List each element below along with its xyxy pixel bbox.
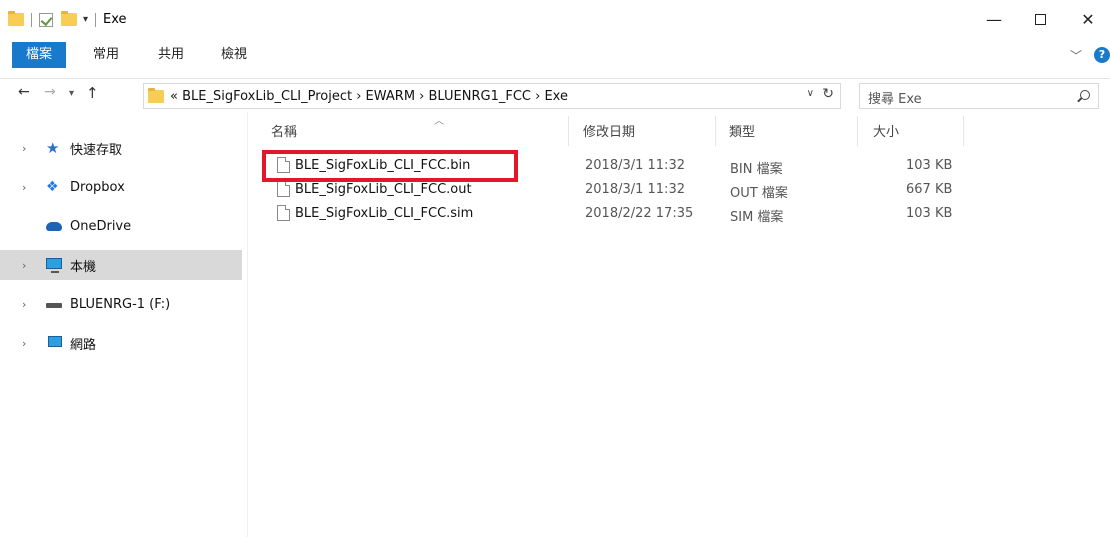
search-icon[interactable]: [1080, 90, 1090, 100]
nav-item-label: 網路: [70, 337, 97, 353]
file-type: OUT 檔案: [730, 186, 788, 201]
properties-icon[interactable]: [39, 12, 53, 27]
file-name[interactable]: BLE_SigFoxLib_CLI_FCC.out: [295, 182, 472, 197]
title-bar: ▾ Exe — ✕: [0, 0, 1110, 40]
drive-icon: [46, 297, 64, 311]
sort-ascending-icon: ︿: [434, 116, 444, 127]
file-date: 2018/2/22 17:35: [585, 206, 694, 221]
quick-access-toolbar: ▾ Exe: [8, 11, 127, 27]
search-input[interactable]: 搜尋 Exe: [868, 88, 922, 107]
onedrive-icon: [46, 219, 64, 233]
maximize-icon: [1034, 14, 1046, 25]
forward-button[interactable]: →: [44, 84, 56, 100]
expand-chevron-icon[interactable]: ›: [22, 259, 34, 272]
tab-share[interactable]: 共用: [158, 42, 184, 68]
nav-item-label: Dropbox: [70, 179, 125, 195]
table-row[interactable]: BLE_SigFoxLib_CLI_FCC.out 2018/3/1 11:32…: [263, 179, 963, 201]
breadcrumb[interactable]: « BLE_SigFoxLib_CLI_Project › EWARM › BL…: [170, 89, 568, 104]
column-header-name[interactable]: 名稱: [271, 121, 297, 140]
recent-locations-icon[interactable]: ▾: [69, 88, 74, 99]
column-divider[interactable]: [857, 116, 858, 146]
help-icon[interactable]: ?: [1094, 47, 1110, 63]
expand-chevron-icon[interactable]: ›: [22, 142, 34, 155]
column-divider[interactable]: [963, 116, 964, 146]
dropbox-icon: ❖: [46, 179, 59, 195]
expand-chevron-icon[interactable]: ›: [22, 298, 34, 311]
maximize-button[interactable]: [1030, 10, 1050, 30]
up-button[interactable]: ↑: [86, 84, 99, 102]
expand-ribbon-icon[interactable]: ﹀: [1070, 47, 1082, 64]
file-icon: [277, 205, 290, 221]
file-size: 667 KB: [906, 182, 953, 197]
file-date: 2018/3/1 11:32: [585, 182, 685, 197]
nav-item-label: BLUENRG-1 (F:): [70, 296, 171, 312]
address-row: ← → ▾ ↑ « BLE_SigFoxLib_CLI_Project › EW…: [0, 78, 1110, 112]
star-icon: ★: [46, 139, 60, 157]
table-row[interactable]: BLE_SigFoxLib_CLI_FCC.sim 2018/2/22 17:3…: [263, 203, 963, 225]
search-box[interactable]: 搜尋 Exe: [859, 83, 1099, 109]
nav-item-this-pc[interactable]: › 本機: [0, 250, 242, 280]
column-header-size[interactable]: 大小: [873, 121, 899, 140]
minimize-button[interactable]: —: [984, 10, 1004, 30]
refresh-icon[interactable]: ↻: [822, 86, 834, 102]
nav-item-label: OneDrive: [70, 218, 132, 234]
tab-file[interactable]: 檔案: [12, 42, 66, 68]
column-divider[interactable]: [568, 116, 569, 146]
file-size: 103 KB: [906, 158, 953, 173]
file-size: 103 KB: [906, 206, 953, 221]
address-dropdown-icon[interactable]: ∨: [807, 88, 814, 99]
nav-item-quick-access[interactable]: › ★ 快速存取: [0, 133, 242, 163]
network-icon: [46, 336, 64, 350]
nav-item-drive-f[interactable]: › BLUENRG-1 (F:): [0, 289, 242, 319]
ribbon: 檔案 常用 共用 檢視 ﹀ ?: [0, 42, 1110, 69]
address-bar[interactable]: « BLE_SigFoxLib_CLI_Project › EWARM › BL…: [143, 83, 841, 109]
nav-item-label: 本機: [70, 259, 97, 275]
file-type: SIM 檔案: [730, 210, 784, 225]
column-header-type[interactable]: 類型: [729, 121, 755, 140]
nav-item-dropbox[interactable]: › ❖ Dropbox: [0, 172, 242, 202]
nav-item-onedrive[interactable]: › OneDrive: [0, 211, 242, 241]
back-button[interactable]: ←: [18, 84, 30, 100]
file-date: 2018/3/1 11:32: [585, 158, 685, 173]
highlight-annotation: [262, 150, 518, 182]
file-type: BIN 檔案: [730, 162, 783, 177]
nav-item-label: 快速存取: [70, 142, 123, 158]
folder-icon: [8, 11, 24, 26]
navigation-pane: › ★ 快速存取 › ❖ Dropbox › OneDrive › 本機 › B…: [0, 112, 248, 537]
expand-chevron-icon[interactable]: ›: [22, 181, 34, 194]
new-folder-icon[interactable]: [61, 11, 77, 26]
tab-view[interactable]: 檢視: [221, 42, 247, 68]
nav-item-network[interactable]: › 網路: [0, 328, 242, 358]
toolbar-separator: [31, 12, 32, 27]
customize-toolbar-icon[interactable]: ▾: [83, 14, 88, 25]
column-divider[interactable]: [715, 116, 716, 146]
toolbar-separator: [95, 12, 97, 27]
file-name[interactable]: BLE_SigFoxLib_CLI_FCC.sim: [295, 206, 473, 221]
expand-chevron-icon[interactable]: ›: [22, 337, 34, 350]
folder-icon: [148, 87, 164, 103]
tab-home[interactable]: 常用: [93, 42, 119, 68]
this-pc-icon: [46, 258, 64, 273]
column-header-date[interactable]: 修改日期: [583, 121, 635, 140]
window-title: Exe: [103, 12, 127, 27]
file-icon: [277, 181, 290, 197]
close-button[interactable]: ✕: [1078, 10, 1098, 30]
